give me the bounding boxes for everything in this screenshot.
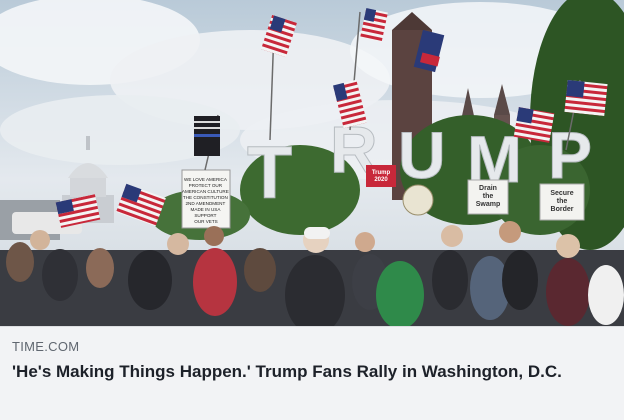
- american-flag-5: [564, 79, 608, 117]
- protest-sign-trump-2020: Trump 2020: [366, 165, 396, 187]
- american-flag-6: [513, 107, 555, 143]
- flag-thin-blue-line: [194, 116, 220, 156]
- caption-area[interactable]: TIME.COM 'He's Making Things Happen.' Tr…: [0, 326, 624, 420]
- protest-sign-drain-swamp: Drain the Swamp: [467, 179, 509, 215]
- protest-sign-left: WE LOVE AMERICA PROTECT OUR AMERICAN CUL…: [181, 169, 231, 229]
- round-sign: [402, 184, 434, 216]
- link-preview-card[interactable]: T R U M P WE LOVE AMERICA PROTECT OUR AM…: [0, 0, 624, 420]
- letter-u: U: [398, 118, 446, 192]
- protest-sign-secure-border: Secure the Border: [539, 183, 585, 221]
- letter-t: T: [247, 131, 292, 214]
- article-headline[interactable]: 'He's Making Things Happen.' Trump Fans …: [12, 360, 612, 384]
- article-photo[interactable]: T R U M P WE LOVE AMERICA PROTECT OUR AM…: [0, 0, 624, 326]
- rally-photo: T R U M P WE LOVE AMERICA PROTECT OUR AM…: [0, 0, 624, 326]
- source-domain: TIME.COM: [12, 339, 80, 354]
